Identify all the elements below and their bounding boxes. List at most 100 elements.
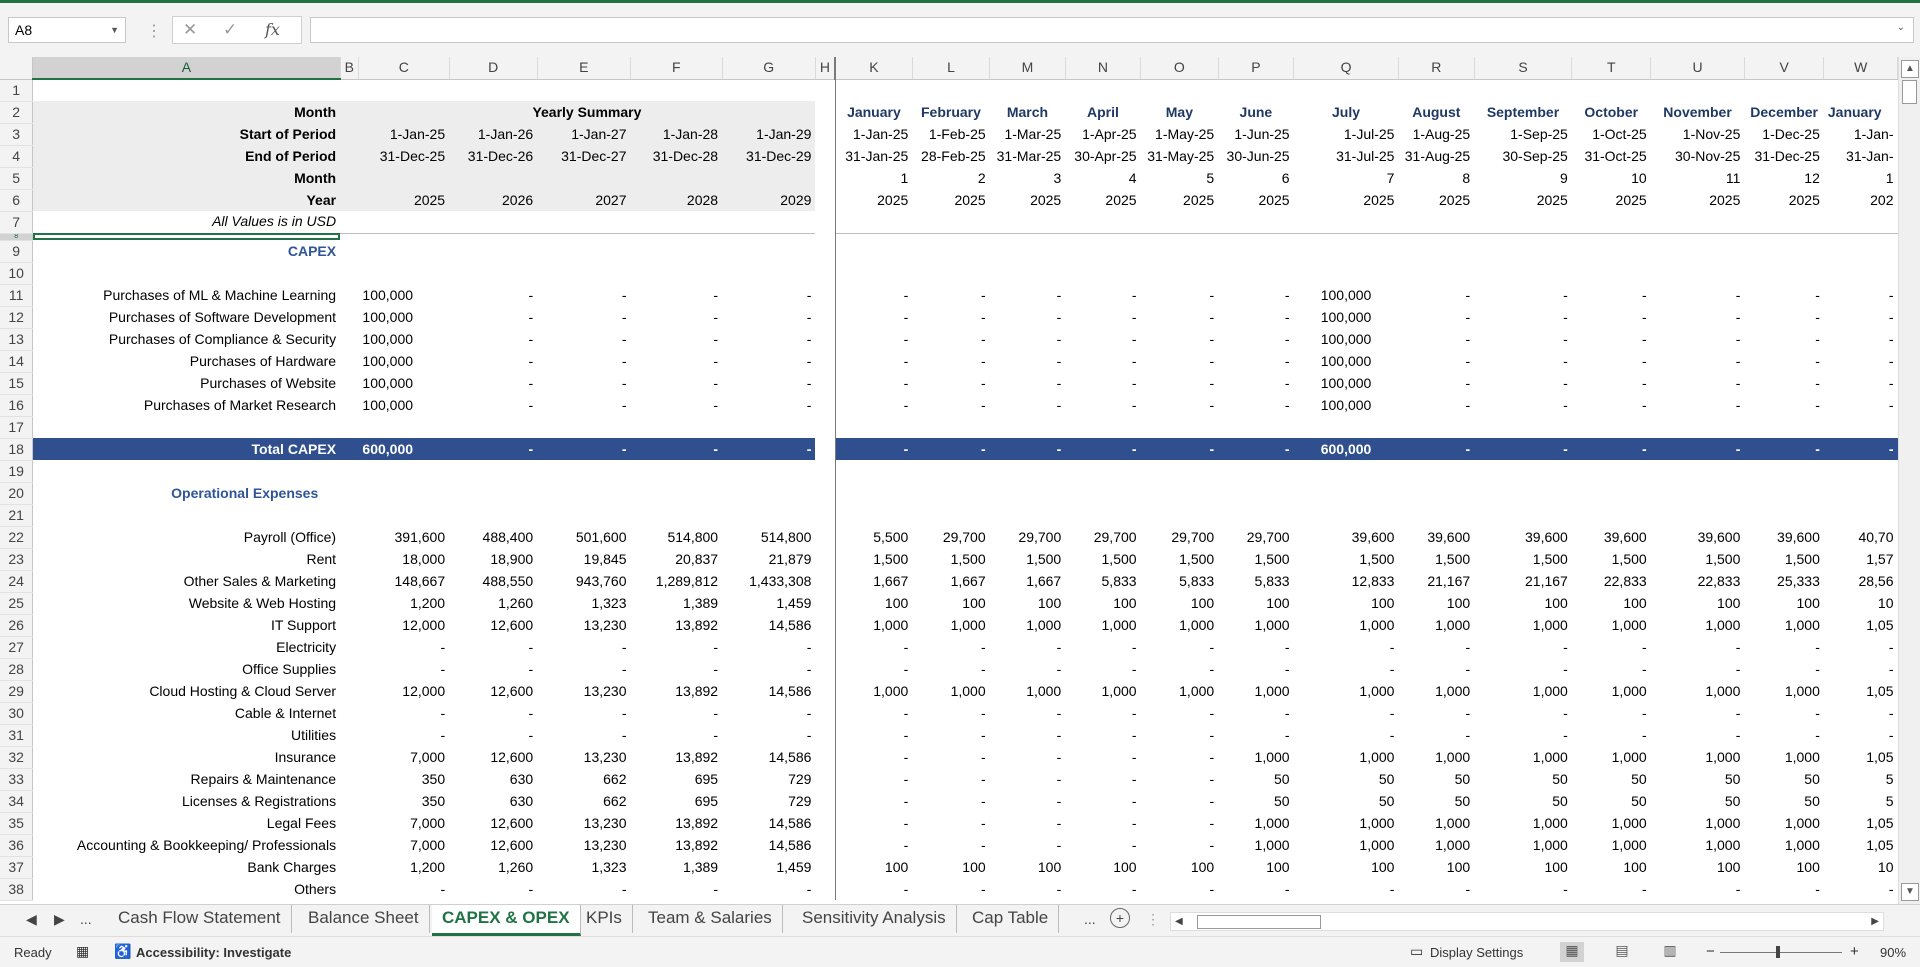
cell-p18[interactable]: - <box>1218 438 1294 460</box>
cell-f35[interactable]: 13,892 <box>631 812 723 834</box>
cell-a30[interactable]: Cable & Internet <box>33 702 340 724</box>
cell-r38[interactable]: - <box>1398 878 1474 900</box>
cell-p29[interactable]: 1,000 <box>1218 680 1293 702</box>
cell-n36[interactable]: - <box>1065 834 1140 856</box>
cell-k19[interactable] <box>835 460 912 482</box>
cell-e1[interactable] <box>537 79 630 101</box>
cell-u37[interactable]: 100 <box>1651 856 1745 878</box>
cell-d5[interactable] <box>449 167 538 189</box>
cell-s13[interactable]: - <box>1474 328 1572 350</box>
cell-b19[interactable] <box>340 460 358 482</box>
cell-a7[interactable]: All Values is in USD <box>32 211 341 234</box>
cell-n35[interactable]: - <box>1065 812 1140 834</box>
cell-p35[interactable]: 1,000 <box>1218 812 1293 834</box>
cell-q7[interactable] <box>1293 211 1399 234</box>
cell-h22[interactable] <box>815 526 836 548</box>
cell-s26[interactable]: 1,000 <box>1474 614 1572 636</box>
cell-l30[interactable]: - <box>912 702 989 724</box>
cell-d13[interactable]: - <box>449 328 537 350</box>
cell-d17[interactable] <box>449 416 537 438</box>
row-header-20[interactable]: 20 <box>0 482 34 505</box>
cell-t33[interactable]: 50 <box>1572 768 1651 790</box>
cell-n4[interactable]: 30-Apr-25 <box>1065 145 1140 167</box>
cell-h8[interactable] <box>815 233 836 240</box>
cell-c10[interactable] <box>358 262 449 284</box>
cell-p37[interactable]: 100 <box>1218 856 1293 878</box>
cell-n16[interactable]: - <box>1065 394 1140 416</box>
cell-q27[interactable]: - <box>1294 636 1399 658</box>
cell-g37[interactable]: 1,459 <box>722 856 815 878</box>
cell-s21[interactable] <box>1474 504 1572 526</box>
cell-t2[interactable]: October <box>1572 101 1651 123</box>
cell-e30[interactable]: - <box>537 702 630 724</box>
cell-p33[interactable]: 50 <box>1218 768 1293 790</box>
cell-s30[interactable]: - <box>1474 702 1572 724</box>
cell-m17[interactable] <box>990 416 1066 438</box>
page-layout-view-icon[interactable]: ▤ <box>1610 942 1634 962</box>
cell-h11[interactable] <box>815 284 836 306</box>
cell-v23[interactable]: 1,500 <box>1744 548 1823 570</box>
zoom-slider-knob[interactable] <box>1776 946 1780 958</box>
cell-k20[interactable] <box>835 482 912 504</box>
cell-n26[interactable]: 1,000 <box>1065 614 1140 636</box>
row-header-13[interactable]: 13 <box>0 328 34 351</box>
cell-l21[interactable] <box>912 504 989 526</box>
cell-k33[interactable]: - <box>835 768 912 790</box>
cell-b33[interactable] <box>340 768 358 790</box>
cell-s1[interactable] <box>1474 79 1572 101</box>
cell-p3[interactable]: 1-Jun-25 <box>1218 123 1293 145</box>
cell-f10[interactable] <box>631 262 723 284</box>
cell-o5[interactable]: 5 <box>1141 167 1219 189</box>
cell-l2[interactable]: February <box>912 101 989 123</box>
cell-q25[interactable]: 100 <box>1294 592 1399 614</box>
add-sheet-icon[interactable]: + <box>1110 908 1130 928</box>
cell-e20[interactable] <box>537 482 630 504</box>
cell-p38[interactable]: - <box>1218 878 1293 900</box>
cell-n15[interactable]: - <box>1065 372 1140 394</box>
row-header-18[interactable]: 18 <box>0 438 34 461</box>
cell-c1[interactable] <box>358 79 449 101</box>
cell-a19[interactable] <box>33 460 340 482</box>
cell-o1[interactable] <box>1141 79 1219 101</box>
cell-e29[interactable]: 13,230 <box>537 680 630 702</box>
cell-n12[interactable]: - <box>1065 306 1140 328</box>
cell-w9[interactable] <box>1824 240 1898 262</box>
row-header-21[interactable]: 21 <box>0 504 34 527</box>
column-header-n[interactable]: N <box>1065 57 1142 80</box>
cell-k13[interactable]: - <box>835 328 912 350</box>
cell-d34[interactable]: 630 <box>449 790 537 812</box>
cell-g23[interactable]: 21,879 <box>722 548 815 570</box>
cell-d8[interactable] <box>449 233 537 240</box>
cell-d29[interactable]: 12,600 <box>449 680 537 702</box>
cell-a9[interactable]: CAPEX <box>33 240 340 262</box>
cell-h6[interactable] <box>815 189 836 211</box>
cell-l5[interactable]: 2 <box>912 167 989 189</box>
cell-k37[interactable]: 100 <box>835 856 912 878</box>
cell-s14[interactable]: - <box>1474 350 1572 372</box>
cell-o2[interactable]: May <box>1141 101 1219 123</box>
zoom-out-button[interactable]: − <box>1706 943 1715 960</box>
cell-g8[interactable] <box>722 233 815 240</box>
cell-n28[interactable]: - <box>1065 658 1140 680</box>
cell-p34[interactable]: 50 <box>1218 790 1293 812</box>
cell-l26[interactable]: 1,000 <box>912 614 989 636</box>
cell-g14[interactable]: - <box>722 350 815 372</box>
cell-a17[interactable] <box>33 416 340 438</box>
cell-p21[interactable] <box>1218 504 1293 526</box>
cell-v24[interactable]: 25,333 <box>1744 570 1823 592</box>
cell-u23[interactable]: 1,500 <box>1651 548 1745 570</box>
cell-m11[interactable]: - <box>990 284 1066 306</box>
cell-m31[interactable]: - <box>990 724 1066 746</box>
cell-a10[interactable] <box>33 262 340 284</box>
cell-t1[interactable] <box>1572 79 1651 101</box>
cell-t21[interactable] <box>1572 504 1651 526</box>
cell-l34[interactable]: - <box>912 790 989 812</box>
column-header-h[interactable]: H <box>815 57 837 80</box>
cell-r25[interactable]: 100 <box>1398 592 1474 614</box>
cell-k36[interactable]: - <box>835 834 912 856</box>
cell-c3[interactable]: 1-Jan-25 <box>358 123 450 145</box>
cell-m34[interactable]: - <box>990 790 1066 812</box>
cell-f11[interactable]: - <box>631 284 723 306</box>
cell-v3[interactable]: 1-Dec-25 <box>1744 123 1823 145</box>
cell-q34[interactable]: 50 <box>1294 790 1399 812</box>
